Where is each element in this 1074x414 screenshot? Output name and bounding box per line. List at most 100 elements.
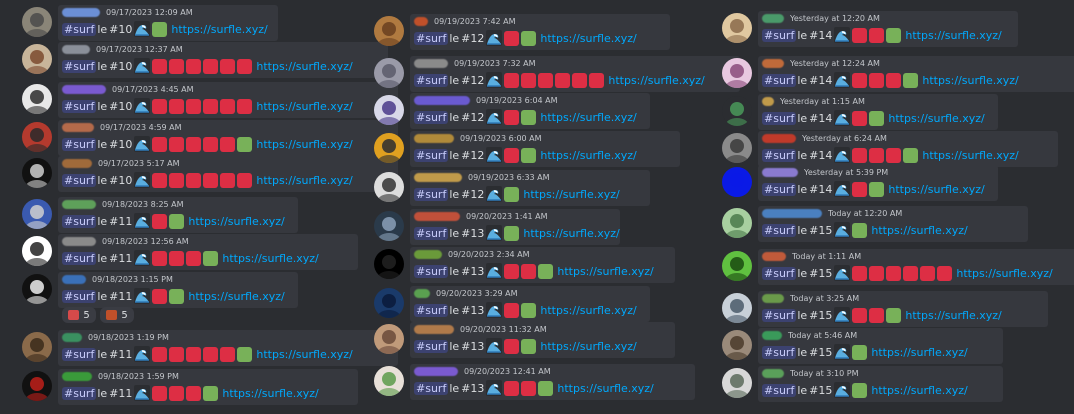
surfle-link[interactable]: https://surfle.xyz/ (540, 32, 636, 45)
username-redacted[interactable] (414, 366, 458, 376)
surfle-link[interactable]: https://surfle.xyz/ (188, 290, 284, 303)
surfle-link[interactable]: https://surfle.xyz/ (523, 227, 619, 240)
username-redacted[interactable] (62, 371, 92, 381)
surfle-link[interactable]: https://surfle.xyz/ (922, 74, 1018, 87)
avatar[interactable] (722, 251, 752, 281)
surfle-link[interactable]: https://surfle.xyz/ (871, 346, 967, 359)
username-redacted[interactable] (62, 199, 96, 209)
username-redacted[interactable] (62, 122, 94, 132)
username-redacted[interactable] (762, 58, 784, 68)
username-redacted[interactable] (414, 172, 462, 182)
surfle-link[interactable]: https://surfle.xyz/ (557, 382, 653, 395)
username-redacted[interactable] (762, 251, 786, 261)
surfle-link[interactable]: https://surfle.xyz/ (922, 149, 1018, 162)
timestamp: 09/18/2023 8:25 AM (102, 199, 184, 209)
avatar[interactable] (22, 236, 52, 266)
reaction-button[interactable]: 5 (62, 307, 96, 323)
surfle-link[interactable]: https://surfle.xyz/ (871, 384, 967, 397)
message-header: 09/18/2023 1:19 PM (62, 330, 169, 344)
avatar[interactable] (722, 208, 752, 238)
username-redacted[interactable] (62, 236, 96, 246)
avatar[interactable] (374, 95, 404, 125)
avatar[interactable] (374, 172, 404, 202)
avatar[interactable] (22, 122, 52, 152)
surfle-link[interactable]: https://surfle.xyz/ (523, 188, 619, 201)
avatar[interactable] (722, 58, 752, 88)
red-square-emoji (504, 380, 520, 396)
game-number: #11 (109, 386, 133, 400)
reaction-button[interactable]: 5 (100, 307, 134, 323)
avatar[interactable] (374, 324, 404, 354)
surfle-link[interactable]: https://surfle.xyz/ (540, 304, 636, 317)
avatar[interactable] (22, 84, 52, 114)
username-redacted[interactable] (762, 368, 784, 378)
avatar[interactable] (22, 199, 52, 229)
surfle-link[interactable]: https://surfle.xyz/ (888, 112, 984, 125)
surfle-link[interactable]: https://surfle.xyz/ (540, 149, 636, 162)
surfle-link[interactable]: https://surfle.xyz/ (905, 29, 1001, 42)
avatar[interactable] (22, 44, 52, 74)
username-redacted[interactable] (62, 7, 100, 17)
surfle-link[interactable]: https://surfle.xyz/ (540, 111, 636, 124)
surfle-link[interactable]: https://surfle.xyz/ (256, 100, 352, 113)
username-redacted[interactable] (762, 208, 822, 218)
username-redacted[interactable] (414, 95, 470, 105)
username-redacted[interactable] (62, 332, 82, 342)
username-redacted[interactable] (762, 330, 782, 340)
username-redacted[interactable] (62, 44, 90, 54)
username-redacted[interactable] (62, 84, 106, 94)
surfle-link[interactable]: https://surfle.xyz/ (256, 174, 352, 187)
message-header: 09/17/2023 5:17 AM (62, 156, 180, 170)
username-redacted[interactable] (414, 211, 460, 221)
surfle-link[interactable]: https://surfle.xyz/ (905, 309, 1001, 322)
username-redacted[interactable] (62, 274, 86, 284)
avatar[interactable] (722, 293, 752, 323)
surfle-link[interactable]: https://surfle.xyz/ (888, 183, 984, 196)
username-redacted[interactable] (414, 133, 454, 143)
surfle-link[interactable]: https://surfle.xyz/ (557, 265, 653, 278)
username-redacted[interactable] (762, 133, 796, 143)
username-redacted[interactable] (414, 249, 442, 259)
surfle-link[interactable]: https://surfle.xyz/ (171, 23, 267, 36)
red-square-emoji (504, 30, 520, 46)
avatar[interactable] (374, 16, 404, 46)
surfle-link[interactable]: https://surfle.xyz/ (256, 60, 352, 73)
username-redacted[interactable] (414, 324, 454, 334)
avatar[interactable] (22, 7, 52, 37)
avatar[interactable] (722, 96, 752, 126)
avatar[interactable] (722, 13, 752, 43)
surfle-link[interactable]: https://surfle.xyz/ (222, 387, 318, 400)
avatar[interactable] (722, 368, 752, 398)
message-header: 09/18/2023 1:15 PM (62, 272, 173, 286)
avatar[interactable] (722, 133, 752, 163)
surfle-link[interactable]: https://surfle.xyz/ (956, 267, 1052, 280)
username-redacted[interactable] (414, 16, 428, 26)
surfle-link[interactable]: https://surfle.xyz/ (256, 138, 352, 151)
surfle-link[interactable]: https://surfle.xyz/ (608, 74, 704, 87)
avatar[interactable] (722, 167, 752, 197)
surfle-link[interactable]: https://surfle.xyz/ (540, 340, 636, 353)
surfle-link[interactable]: https://surfle.xyz/ (222, 252, 318, 265)
surfle-link[interactable]: https://surfle.xyz/ (871, 224, 967, 237)
username-redacted[interactable] (762, 13, 784, 23)
username-redacted[interactable] (762, 167, 798, 177)
avatar[interactable] (22, 371, 52, 401)
avatar[interactable] (374, 366, 404, 396)
username-redacted[interactable] (414, 288, 430, 298)
avatar[interactable] (374, 133, 404, 163)
red-square-emoji (504, 338, 520, 354)
username-redacted[interactable] (762, 96, 774, 106)
avatar[interactable] (374, 288, 404, 318)
avatar[interactable] (374, 58, 404, 88)
avatar[interactable] (374, 211, 404, 241)
avatar[interactable] (22, 274, 52, 304)
surfle-link[interactable]: https://surfle.xyz/ (188, 215, 284, 228)
username-redacted[interactable] (762, 293, 784, 303)
avatar[interactable] (22, 332, 52, 362)
avatar[interactable] (22, 158, 52, 188)
surfle-link[interactable]: https://surfle.xyz/ (256, 348, 352, 361)
avatar[interactable] (722, 330, 752, 360)
username-redacted[interactable] (62, 158, 92, 168)
avatar[interactable] (374, 249, 404, 279)
username-redacted[interactable] (414, 58, 448, 68)
